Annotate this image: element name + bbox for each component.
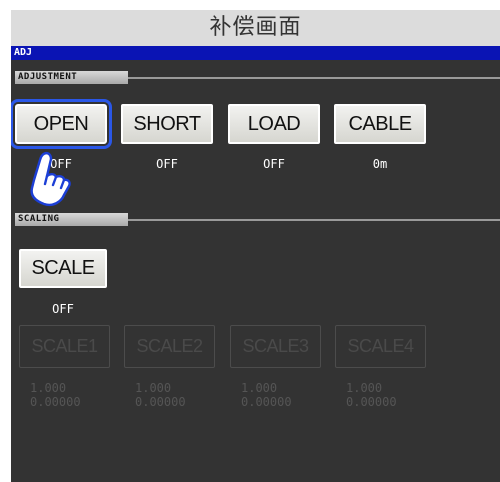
adjustment-section-label: ADJUSTMENT: [15, 71, 128, 84]
cable-button[interactable]: CABLE: [334, 104, 426, 144]
scale1-button[interactable]: SCALE1: [19, 325, 110, 368]
scale2-coefficient-a: 1.000: [135, 381, 172, 395]
short-status: OFF: [156, 157, 178, 171]
scale4-coefficient-b: 0.00000: [346, 395, 397, 409]
scale1-coefficient-b: 0.00000: [30, 395, 81, 409]
short-button[interactable]: SHORT: [121, 104, 213, 144]
load-status: OFF: [263, 157, 285, 171]
scale-button[interactable]: SCALE: [19, 249, 107, 288]
scale4-button[interactable]: SCALE4: [335, 325, 426, 368]
scale3-coefficient-a: 1.000: [241, 381, 278, 395]
scale2-button[interactable]: SCALE2: [124, 325, 215, 368]
open-button[interactable]: OPEN: [11, 99, 112, 149]
load-button[interactable]: LOAD: [228, 104, 320, 144]
adjustment-section-divider: [128, 77, 500, 79]
scale4-coefficient-a: 1.000: [346, 381, 383, 395]
scale1-coefficient-a: 1.000: [30, 381, 67, 395]
hand-pointer-icon: [20, 148, 80, 214]
instrument-screen: ADJ ADJUSTMENT OPEN SHORT LOAD CABLE OFF…: [11, 46, 500, 482]
scale-status: OFF: [52, 302, 74, 316]
page-caption: 补偿画面: [11, 10, 500, 46]
scale3-coefficient-b: 0.00000: [241, 395, 292, 409]
scaling-section-label: SCALING: [15, 213, 128, 226]
cable-status: 0m: [372, 157, 388, 171]
scaling-section-divider: [128, 219, 500, 221]
scale3-button[interactable]: SCALE3: [230, 325, 321, 368]
scale2-coefficient-b: 0.00000: [135, 395, 186, 409]
screen-title: ADJ: [11, 46, 500, 60]
